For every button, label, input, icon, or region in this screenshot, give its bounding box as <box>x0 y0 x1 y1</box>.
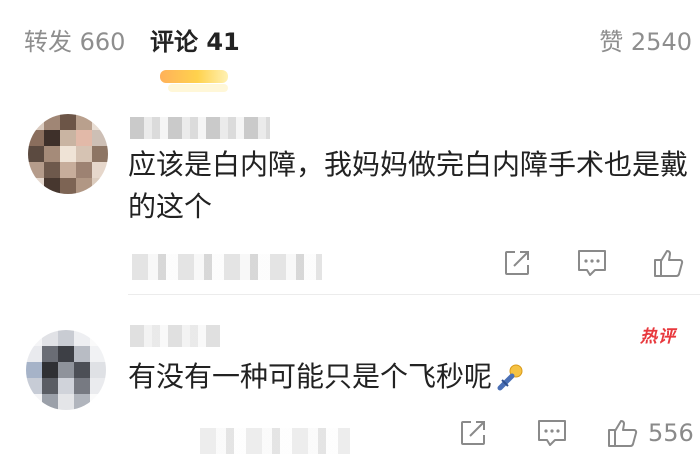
tab-comments[interactable]: 评论 41 <box>150 22 240 62</box>
comment-text-content: 有没有一种可能只是个飞秒呢 <box>128 360 493 393</box>
tab-repost[interactable]: 转发 660 <box>24 22 125 62</box>
comment-meta-blurred <box>132 254 322 280</box>
like-count: 556 <box>648 419 694 447</box>
avatar[interactable] <box>28 114 108 194</box>
comment-icon <box>538 420 566 446</box>
share-icon <box>461 421 485 445</box>
comment-icon <box>578 250 606 276</box>
comment-text: 应该是白内障，我妈妈做完白内障手术也是戴的这个 <box>128 148 689 223</box>
avatar[interactable] <box>26 330 106 410</box>
share-button[interactable] <box>502 246 532 280</box>
share-icon <box>505 251 529 275</box>
comment-divider <box>128 294 700 295</box>
like-button[interactable]: 556 <box>606 416 694 450</box>
like-button[interactable] <box>652 246 694 280</box>
share-button[interactable] <box>458 416 488 450</box>
reply-button[interactable] <box>575 246 609 280</box>
thumbs-up-icon <box>608 420 638 447</box>
username-blurred[interactable] <box>130 325 220 347</box>
active-tab-indicator <box>160 70 228 83</box>
pin-emoji-icon <box>494 362 526 394</box>
comment-text: 有没有一种可能只是个飞秒呢 <box>128 356 688 398</box>
reply-button[interactable] <box>535 416 569 450</box>
active-tab-indicator-shadow <box>168 84 228 92</box>
comment-meta-blurred <box>200 428 350 454</box>
tab-bar: 转发 660 评论 41 赞 2540 <box>0 0 700 92</box>
comment-item: 应该是白内障，我妈妈做完白内障手术也是戴的这个 <box>0 100 700 295</box>
username-blurred[interactable] <box>130 117 270 139</box>
comment-item: 热评 有没有一种可能只是个飞秒呢 556 <box>0 300 700 467</box>
thumbs-up-icon <box>654 250 684 277</box>
hot-comment-badge: 热评 <box>640 327 676 347</box>
tab-likes[interactable]: 赞 2540 <box>599 22 692 62</box>
